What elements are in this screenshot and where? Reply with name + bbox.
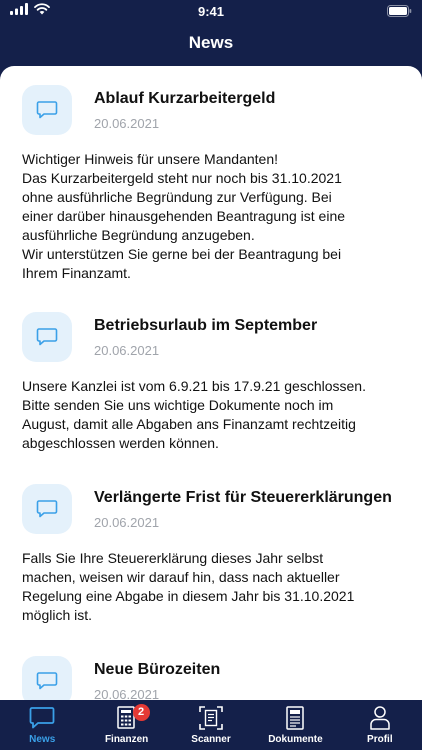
news-list[interactable]: Ablauf Kurzarbeitergeld 20.06.2021 Wicht… (0, 66, 422, 700)
news-item-icon (22, 85, 72, 135)
page-title: News (188, 33, 234, 52)
news-date: 20.06.2021 (94, 116, 160, 131)
chat-bubble-icon (36, 101, 58, 119)
chat-bubble-icon (29, 705, 55, 731)
tab-news[interactable]: News (0, 700, 84, 750)
tab-label: Dokumente (268, 734, 323, 745)
tab-scanner[interactable]: Scanner (169, 700, 253, 750)
chat-bubble-icon (36, 328, 58, 346)
tab-finanzen[interactable]: 2 Finanzen (84, 700, 168, 750)
news-body: Falls Sie Ihre Steuererklärung dieses Ja… (22, 550, 355, 623)
news-title: Ablauf Kurzarbeitergeld (94, 90, 276, 107)
tab-bar: News 2 Finanzen Scanner Dokumente Profil (0, 700, 422, 750)
news-date: 20.06.2021 (94, 515, 160, 530)
notification-badge: 2 (132, 704, 150, 721)
status-bar: 9:41 (0, 0, 422, 24)
tab-label: Scanner (191, 734, 231, 745)
news-title: Verlängerte Frist für Steuererklärungen (94, 489, 392, 506)
tab-label: Finanzen (104, 734, 149, 745)
tab-label: News (29, 734, 56, 745)
tab-dokumente[interactable]: Dokumente (253, 700, 337, 750)
news-item-icon (22, 312, 72, 362)
chat-bubble-icon (36, 500, 58, 518)
news-title: Betriebsurlaub im September (94, 317, 318, 334)
scanner-icon (198, 705, 224, 731)
tab-profil[interactable]: Profil (338, 700, 422, 750)
person-icon (367, 705, 393, 731)
news-body: Wichtiger Hinweis für unsere Mandanten! … (22, 151, 346, 281)
document-icon (282, 705, 308, 731)
tab-label: Profil (367, 734, 393, 745)
news-body: Unsere Kanzlei ist vom 6.9.21 bis 17.9.2… (22, 378, 366, 451)
chat-bubble-icon (36, 672, 58, 690)
news-item-icon (22, 656, 72, 700)
news-title: Neue Bürozeiten (94, 661, 221, 678)
news-item-icon (22, 484, 72, 534)
news-date: 20.06.2021 (94, 343, 160, 358)
status-time: 9:41 (197, 4, 225, 19)
battery-icon (387, 5, 412, 17)
news-date: 20.06.2021 (94, 687, 160, 700)
